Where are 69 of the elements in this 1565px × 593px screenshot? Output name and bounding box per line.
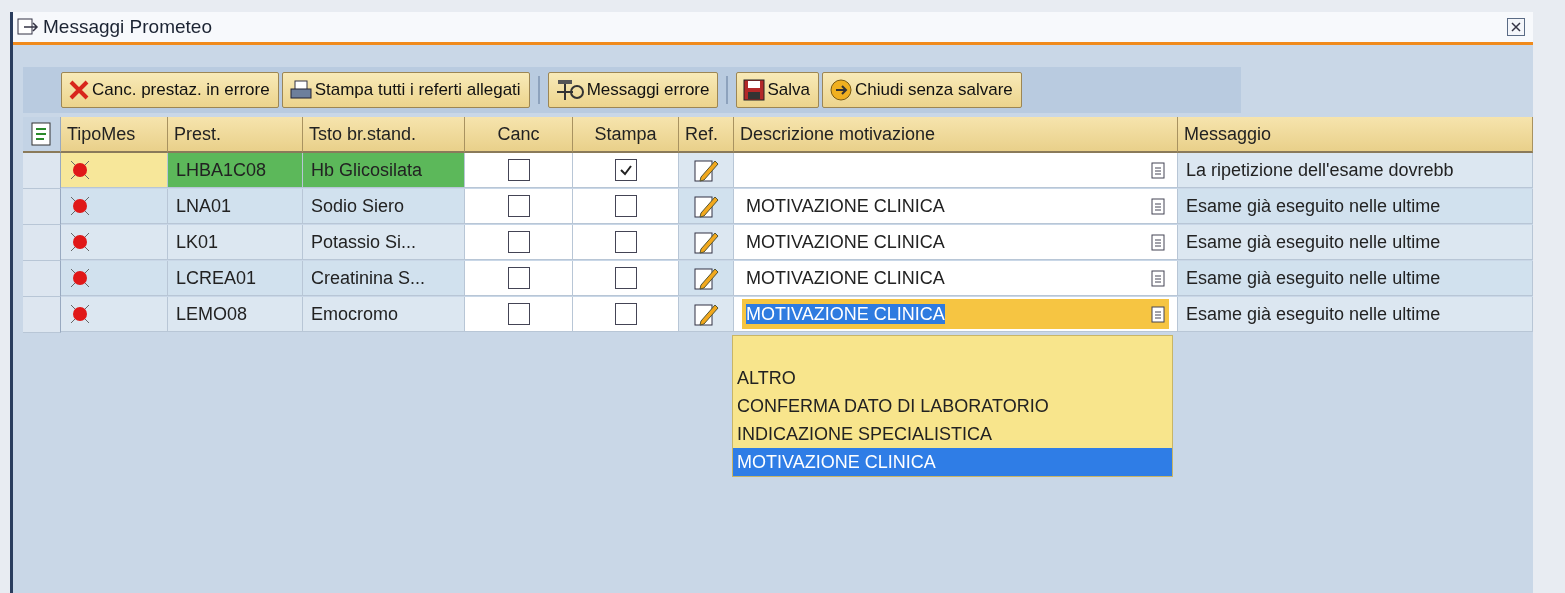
close-button[interactable] [1507,18,1525,36]
table-cell: LHBA1C08 [168,153,303,188]
checkbox[interactable] [614,303,637,325]
dropdown-icon[interactable] [1151,233,1165,251]
status-light-icon [69,303,91,325]
edit-icon[interactable] [693,229,719,255]
layout-icon [30,122,53,146]
status-light-icon [69,267,91,289]
column-header[interactable]: Prest. [168,117,303,153]
table-cell: La ripetizione dell'esame dovrebb [1178,153,1533,188]
dropdown-icon[interactable] [1151,197,1165,215]
checkbox[interactable] [507,159,530,181]
table-cell: Creatinina S... [303,261,465,296]
table-cell: Esame già eseguito nelle ultime [1178,297,1533,332]
column-header[interactable]: TipoMes [61,117,168,153]
toolbar-button[interactable]: Stampa tutti i referti allegati [281,72,530,108]
exit-icon [829,78,853,102]
toolbar-button[interactable]: Messaggi errore [547,72,719,108]
checkbox[interactable] [507,303,530,325]
dropdown-option[interactable]: ALTRO [733,364,1172,392]
checkbox[interactable] [507,231,530,253]
close-icon [1511,22,1521,32]
edit-icon[interactable] [693,301,719,327]
motivation-field[interactable]: MOTIVAZIONE CLINICA [742,299,1169,329]
column-header[interactable]: Tsto br.stand. [303,117,465,153]
status-light-icon [69,159,91,181]
column-header[interactable]: Ref. [679,117,734,153]
column-selector[interactable] [23,117,61,153]
toolbar-button[interactable]: Canc. prestaz. in errore [61,72,279,108]
column-header[interactable]: Descrizione motivazione [734,117,1178,153]
window-title: Messaggi Prometeo [43,16,213,38]
checkbox[interactable] [614,267,637,289]
table-cell: LK01 [168,225,303,260]
table-cell: Esame già eseguito nelle ultime [1178,189,1533,224]
column-header[interactable]: Canc [465,117,573,153]
printer-icon [288,79,313,101]
checkbox[interactable] [614,195,637,217]
dropdown-icon[interactable] [1151,305,1165,323]
window-icon [17,18,39,36]
edit-icon[interactable] [693,157,719,183]
table-cell: Esame già eseguito nelle ultime [1178,225,1533,260]
checkbox[interactable] [614,159,637,181]
column-header[interactable]: Stampa [573,117,679,153]
toolbar-button[interactable]: Chiudi senza salvare [822,72,1022,108]
edit-icon[interactable] [693,265,719,291]
dropdown-icon[interactable] [1151,269,1165,287]
table-cell: LEMO08 [168,297,303,332]
table-cell: LNA01 [168,189,303,224]
dropdown-option[interactable]: MOTIVAZIONE CLINICA [733,448,1172,476]
table-cell: Potassio Si... [303,225,465,260]
table-cell: Sodio Siero [303,189,465,224]
toolbar-button[interactable]: Salva [736,72,819,108]
status-light-icon [69,231,91,253]
checkbox[interactable] [507,267,530,289]
dropdown-icon[interactable] [1151,161,1165,179]
table-cell: LCREA01 [168,261,303,296]
dropdown-option[interactable]: CONFERMA DATO DI LABORATORIO [733,392,1172,420]
table-cell: Esame già eseguito nelle ultime [1178,261,1533,296]
x-icon [68,79,90,101]
checkbox[interactable] [507,195,530,217]
table-cell: Emocromo [303,297,465,332]
dropdown-option[interactable]: INDICAZIONE SPECIALISTICA [733,420,1172,448]
table-cell: Hb Glicosilata [303,153,465,188]
tools-icon [554,78,585,102]
status-light-icon [69,195,91,217]
checkmark-icon [618,164,633,176]
edit-icon[interactable] [693,193,719,219]
checkbox[interactable] [614,231,637,253]
column-header[interactable]: Messaggio [1178,117,1533,153]
